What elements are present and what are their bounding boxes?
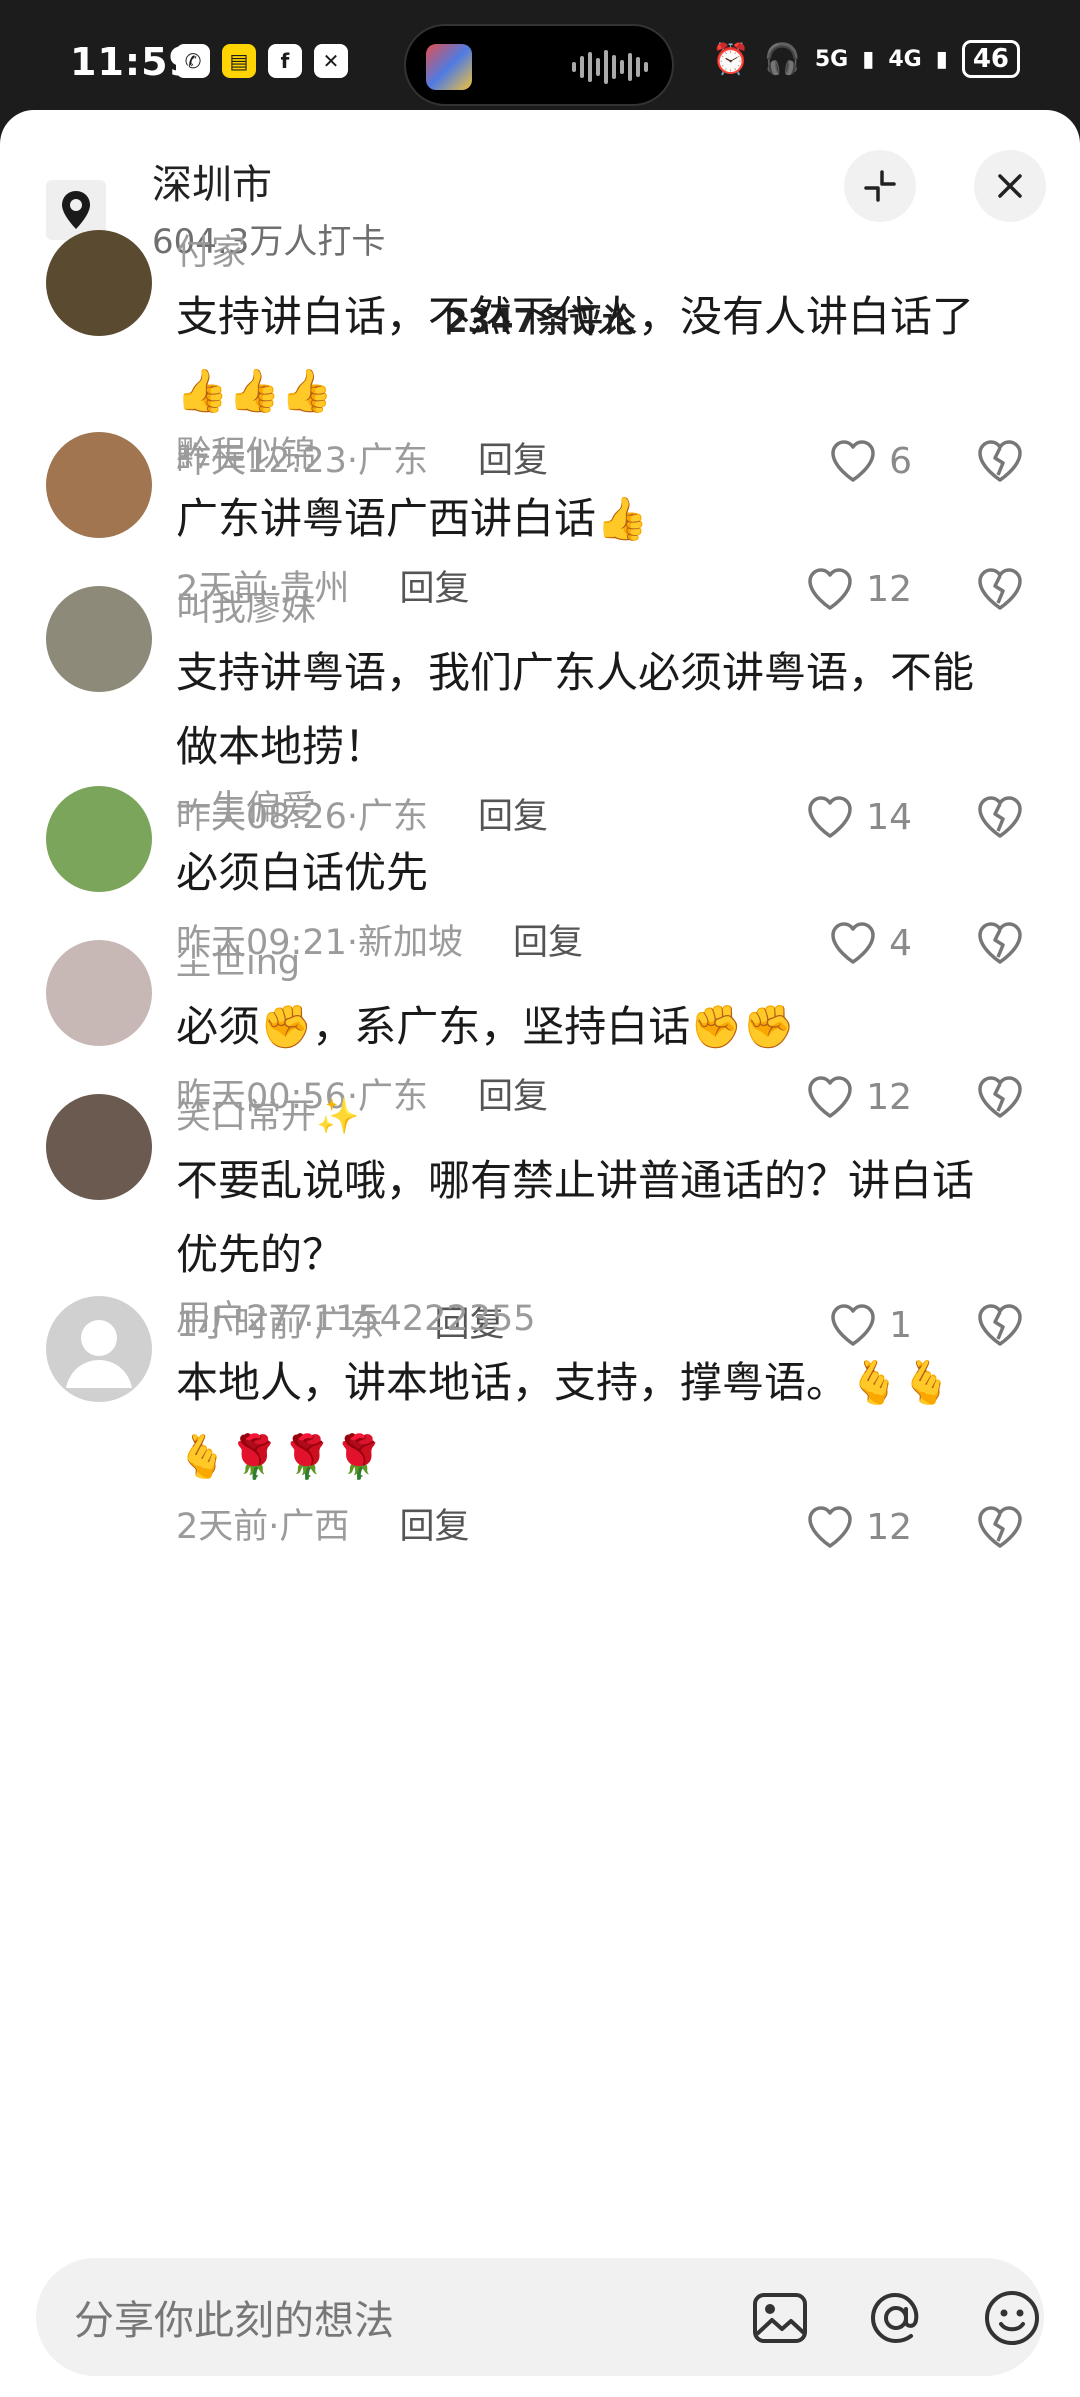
dynamic-island: [404, 24, 674, 106]
comment-username[interactable]: 付家: [176, 230, 1036, 276]
comment-username[interactable]: 尘世ing: [176, 940, 1036, 986]
broken-heart-icon: [978, 1506, 1022, 1548]
comment-body: 一生偏爱必须白话优先: [176, 786, 1036, 910]
avatar[interactable]: [46, 230, 152, 336]
default-avatar-icon: [66, 1320, 132, 1388]
comment-body: 黔程似锦广东讲粤语广西讲白话👍: [176, 432, 1036, 556]
avatar[interactable]: [46, 940, 152, 1046]
comment-body: 叫我廖妹 支持讲粤语，我们广东人必须讲粤语，不能 做本地捞！: [176, 586, 1036, 784]
comment-meta: 2天前 · 广西 回复: [176, 1502, 469, 1552]
comment-input-placeholder: 分享你此刻的想法: [74, 2298, 394, 2344]
minimize-button[interactable]: [844, 150, 916, 222]
comment-text: 支持讲白话，不然下代人，没有人讲白话了 👍👍👍: [176, 280, 1036, 428]
comment-region: 广西: [279, 1507, 350, 1547]
minimize-icon: [864, 170, 896, 202]
comment-input[interactable]: 分享你此刻的想法: [36, 2258, 1044, 2376]
comment-text: 不要乱说哦，哪有禁止讲普通话的？讲白话 优先的？: [176, 1144, 1036, 1292]
comment-text-line: 👍👍👍: [176, 366, 333, 415]
avatar[interactable]: [46, 1296, 152, 1402]
status-indicators: ⏰ 🎧 5G ▮ 4G ▮ 46: [712, 40, 1020, 78]
album-art-icon: [426, 44, 472, 90]
comment-text: 广东讲粤语广西讲白话👍: [176, 482, 1036, 556]
dislike-button[interactable]: [976, 1502, 1024, 1552]
news-app-icon: ▤: [222, 44, 256, 78]
signal-bars-icon: ▮: [862, 46, 875, 72]
at-icon[interactable]: [866, 2288, 926, 2348]
comment-text-line: 🫰🌹🌹🌹: [176, 1432, 386, 1481]
comment-text: 本地人，讲本地话，支持，撑粤语。🫰🫰 🫰🌹🌹🌹: [176, 1346, 1036, 1494]
close-icon: [998, 174, 1022, 198]
close-button[interactable]: [974, 150, 1046, 222]
comment-username[interactable]: 叫我廖妹: [176, 586, 1036, 632]
comment-text-line: 优先的？: [176, 1230, 345, 1279]
comment-body: 笑口常开✨ 不要乱说哦，哪有禁止讲普通话的？讲白话 优先的？: [176, 1094, 1036, 1292]
comment-username[interactable]: 用户2771154222355: [176, 1296, 1036, 1342]
comment-text: 支持讲粤语，我们广东人必须讲粤语，不能 做本地捞！: [176, 636, 1036, 784]
comment-username[interactable]: 笑口常开✨: [176, 1094, 1036, 1140]
comment-body: 付家支持讲白话，不然下代人，没有人讲白话了 👍👍👍: [176, 230, 1036, 428]
x-app-icon: ✕: [314, 44, 348, 78]
comment-text: 必须✊，系广东，坚持白话✊✊: [176, 990, 1036, 1064]
comment-text-line: 做本地捞！: [176, 722, 387, 771]
signal-5g: 5G: [814, 46, 849, 72]
signal-4g: 4G: [888, 46, 922, 72]
battery-indicator: 46: [961, 40, 1020, 78]
location-name[interactable]: 深圳市: [152, 152, 272, 210]
notification-icons: ✆ ▤ f ✕: [176, 44, 348, 78]
avatar[interactable]: [46, 786, 152, 892]
avatar[interactable]: [46, 432, 152, 538]
comment-username[interactable]: 一生偏爱: [176, 786, 1036, 832]
audio-wave-icon: [572, 48, 648, 86]
comment-text-line: 支持讲粤语，我们广东人必须讲粤语，不能: [176, 648, 975, 697]
comment-text-line: 本地人，讲本地话，支持，撑粤语。🫰🫰: [176, 1358, 953, 1407]
whatsapp-icon: ✆: [176, 44, 210, 78]
avatar[interactable]: [46, 586, 152, 692]
heart-icon: [808, 1506, 852, 1548]
reply-button[interactable]: 回复: [399, 1502, 469, 1552]
comment-text: 必须白话优先: [176, 836, 1036, 910]
comment-text-line: 广东讲粤语广西讲白话👍: [176, 494, 649, 543]
signal-bars-icon: ▮: [935, 46, 948, 72]
like-count: 12: [866, 1506, 912, 1548]
comments-sheet: 深圳市 604.3万人打卡 2347条评论 付家 支持讲白话，不然下代人，没有人讲…: [0, 110, 1080, 2397]
headphones-icon: 🎧: [763, 41, 801, 77]
comment-username[interactable]: 黔程似锦: [176, 432, 1036, 478]
like-button[interactable]: 12: [806, 1502, 912, 1552]
facebook-icon: f: [268, 44, 302, 78]
avatar[interactable]: [46, 1094, 152, 1200]
comment-body: 尘世ing 必须✊，系广东，坚持白话✊✊: [176, 940, 1036, 1064]
comment-text-line: 支持讲白话，不然下代人，没有人讲白话了: [176, 292, 975, 341]
status-bar: 11:59 ✆ ▤ f ✕ ⏰ 🎧 5G ▮ 4G ▮ 46: [0, 0, 1080, 112]
comment-text-line: 不要乱说哦，哪有禁止讲普通话的？讲白话: [176, 1156, 975, 1205]
comment-text-line: 必须✊，系广东，坚持白话✊✊: [176, 1002, 795, 1051]
image-icon[interactable]: [750, 2288, 810, 2348]
emoji-icon[interactable]: [982, 2288, 1042, 2348]
alarm-icon: ⏰: [712, 41, 750, 77]
comment-text-line: 必须白话优先: [176, 848, 429, 897]
comment-body: 用户2771154222355 本地人，讲本地话，支持，撑粤语。🫰🫰 🫰🌹🌹🌹: [176, 1296, 1036, 1494]
meta-separator: ·: [268, 1507, 280, 1547]
comment-time: 2天前: [176, 1507, 269, 1547]
